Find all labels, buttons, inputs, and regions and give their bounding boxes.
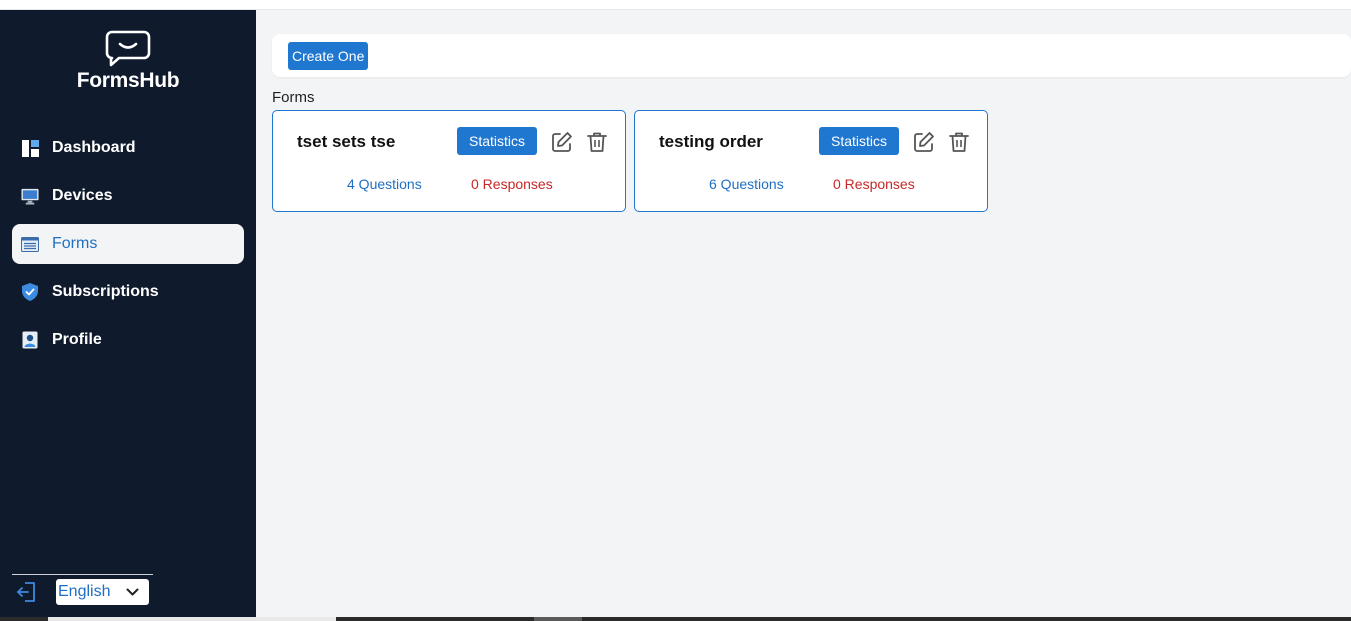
section-title: Forms [272, 89, 315, 106]
edit-icon[interactable] [913, 131, 935, 153]
sidebar-item-label: Forms [52, 235, 98, 252]
taskbar-segment [534, 617, 582, 621]
sidebar-item-forms[interactable]: Forms [12, 224, 244, 264]
sidebar-item-label: Subscriptions [52, 283, 159, 300]
dashboard-icon [21, 139, 39, 157]
sidebar-item-devices[interactable]: Devices [12, 176, 244, 216]
trash-icon[interactable] [949, 131, 969, 153]
questions-count-link[interactable]: 6 Questions [709, 176, 784, 192]
sidebar-item-profile[interactable]: Profile [12, 320, 244, 360]
trash-icon[interactable] [587, 131, 607, 153]
statistics-button[interactable]: Statistics [457, 127, 537, 155]
chat-bubble-logo-icon [105, 30, 151, 67]
shield-check-icon [21, 283, 39, 301]
questions-count-link[interactable]: 4 Questions [347, 176, 422, 192]
taskbar-strip [0, 617, 1351, 621]
monitor-icon [21, 187, 39, 205]
logo[interactable]: FormsHub [0, 30, 256, 93]
language-select[interactable]: English [56, 579, 149, 605]
sidebar: FormsHub Dashboard Devices Forms Subscri… [0, 10, 256, 617]
form-card[interactable]: tset sets tse Statistics 4 Questions 0 R… [272, 110, 626, 212]
sidebar-item-label: Devices [52, 187, 113, 204]
taskbar-segment [48, 617, 336, 621]
sidebar-item-label: Dashboard [52, 139, 136, 156]
logo-text: FormsHub [76, 69, 180, 92]
edit-icon[interactable] [551, 131, 573, 153]
user-badge-icon [21, 331, 39, 349]
language-value: English [58, 583, 111, 600]
create-form-button[interactable]: Create One [288, 42, 369, 70]
toolbar: Create One [272, 34, 1351, 77]
sidebar-nav: Dashboard Devices Forms Subscriptions Pr… [12, 128, 244, 368]
form-card[interactable]: testing order Statistics 6 Questions 0 R… [634, 110, 988, 212]
responses-count-link[interactable]: 0 Responses [471, 176, 553, 192]
sidebar-item-label: Profile [52, 331, 102, 348]
logout-icon[interactable] [12, 579, 42, 605]
form-title: tset sets tse [297, 132, 396, 151]
form-title: testing order [659, 132, 763, 151]
statistics-button[interactable]: Statistics [819, 127, 899, 155]
app-window: FormsHub Dashboard Devices Forms Subscri… [0, 0, 1351, 621]
sidebar-item-subscriptions[interactable]: Subscriptions [12, 272, 244, 312]
form-icon [21, 235, 39, 253]
sidebar-item-dashboard[interactable]: Dashboard [12, 128, 244, 168]
sidebar-footer: English [12, 574, 153, 605]
chevron-down-icon [126, 588, 139, 595]
responses-count-link[interactable]: 0 Responses [833, 176, 915, 192]
main-content: Create One Forms tset sets tse Statistic… [256, 10, 1351, 617]
top-strip [0, 0, 1351, 10]
